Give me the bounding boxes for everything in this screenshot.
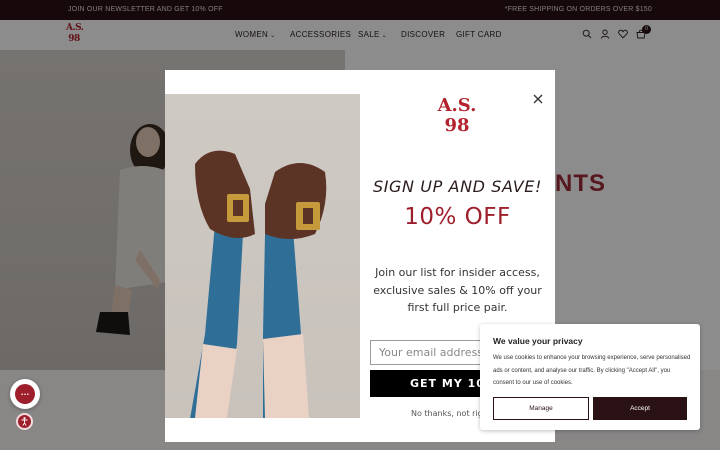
accessibility-glyph (21, 417, 28, 426)
accept-cookies-button[interactable]: Accept (593, 397, 687, 420)
chat-widget-button[interactable]: … (10, 379, 40, 409)
cookie-title: We value your privacy (493, 336, 583, 346)
cookie-description: We use cookies to enhance your browsing … (493, 355, 691, 386)
modal-heading: SIGN UP AND SAVE! (372, 177, 543, 196)
modal-image (165, 94, 360, 418)
cookie-banner: We value your privacy We use cookies to … (480, 324, 700, 430)
modal-discount: 10% OFF (404, 204, 511, 230)
modal-logo-line-2: 98 (444, 115, 470, 136)
shoes-illustration (190, 150, 327, 418)
manage-cookies-button[interactable]: Manage (493, 397, 589, 420)
close-icon[interactable] (531, 92, 545, 106)
description-line: first full price pair. (407, 301, 508, 314)
accessibility-icon[interactable] (16, 413, 33, 430)
description-line: Join our list for insider access, (375, 266, 540, 279)
modal-description: Join our list for insider access, exclus… (370, 264, 545, 317)
modal-logo-line-1: A.S. (437, 95, 477, 116)
chat-bubble-icon: … (15, 384, 35, 404)
description-line: exclusive sales & 10% off your (373, 283, 542, 297)
modal-brand-logo: A.S. 98 (437, 96, 477, 136)
